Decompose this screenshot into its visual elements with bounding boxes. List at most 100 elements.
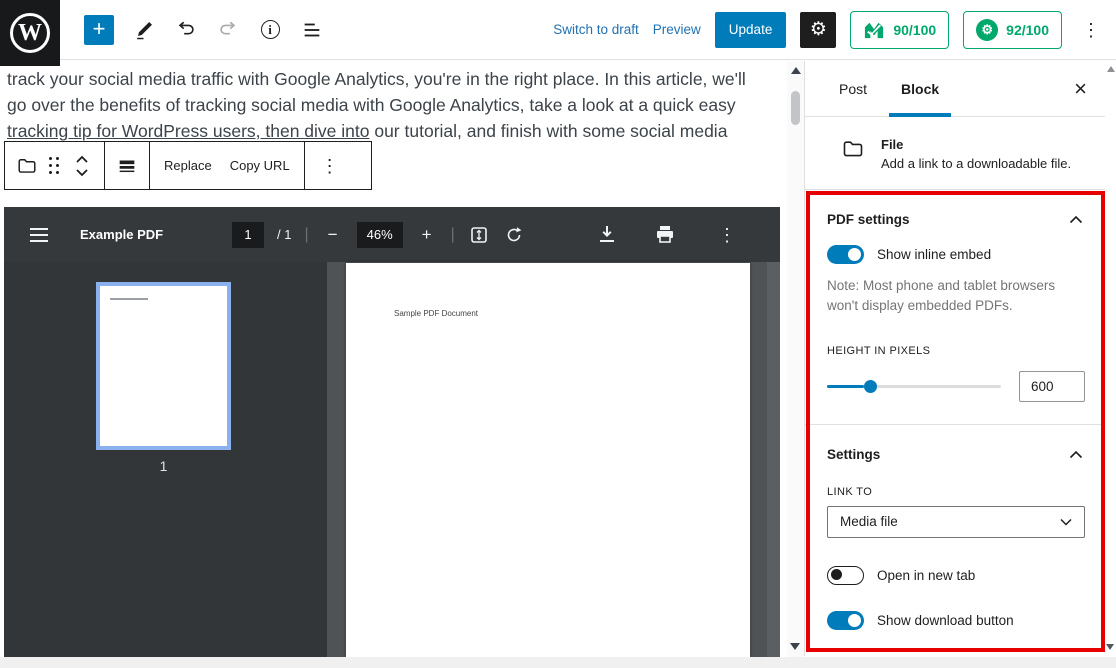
tab-block[interactable]: Block: [897, 61, 943, 117]
download-toggle-row: Show download button: [827, 611, 1085, 630]
pdf-settings-panel: PDF settings Show inline embed Note: Mos…: [805, 190, 1105, 425]
pdf-viewer-scrollbar[interactable]: [767, 262, 780, 658]
paragraph-line-3-rest: our tutorial, and finish with some socia…: [369, 121, 727, 141]
headline-score-value: 90/100: [893, 22, 936, 38]
pdf-thumbnail-panel[interactable]: 1: [4, 262, 327, 658]
chevron-down-icon: [1060, 518, 1072, 526]
preview-link[interactable]: Preview: [653, 22, 701, 37]
close-sidebar-icon[interactable]: ×: [1074, 78, 1087, 100]
tab-post[interactable]: Post: [835, 61, 871, 117]
undo-icon[interactable]: [174, 18, 198, 42]
settings-title: Settings: [827, 447, 880, 462]
replace-button[interactable]: Replace: [160, 158, 216, 173]
pdf-page-viewer[interactable]: Sample PDF Document: [327, 262, 780, 658]
slider-thumb[interactable]: [864, 380, 877, 393]
chevron-up-icon: [1069, 450, 1083, 459]
new-tab-toggle-row: Open in new tab: [827, 566, 1085, 585]
height-slider[interactable]: [827, 385, 1001, 388]
seo-score-value: 92/100: [1006, 22, 1049, 38]
download-icon[interactable]: [596, 224, 618, 246]
drag-handle-icon[interactable]: [49, 157, 60, 175]
show-download-button-label: Show download button: [877, 613, 1014, 628]
settings-sidebar: Post Block × File Add a link to a downlo…: [804, 61, 1105, 656]
editor-top-bar: W + i Switch to draft Preview Update: [0, 0, 1116, 60]
pdf-separator: |: [304, 226, 308, 244]
open-in-new-tab-label: Open in new tab: [877, 568, 975, 583]
wordpress-logo[interactable]: W: [0, 0, 60, 66]
options-kebab-icon[interactable]: ⋮: [1076, 17, 1106, 43]
info-icon[interactable]: i: [258, 18, 282, 42]
update-button[interactable]: Update: [715, 12, 787, 48]
paragraph-link[interactable]: tracking tip for WordPress users, then d…: [7, 121, 369, 141]
thumbnail-page-number: 1: [96, 458, 231, 474]
pdf-title: Example PDF: [80, 227, 163, 242]
pdf-more-options-kebab-icon[interactable]: ⋮: [712, 222, 742, 248]
show-inline-embed-toggle[interactable]: [827, 245, 864, 264]
align-icon[interactable]: [115, 154, 139, 178]
pdf-page-number-input[interactable]: 1: [232, 222, 264, 248]
inline-embed-toggle-row: Show inline embed: [827, 245, 1085, 264]
height-input[interactable]: [1019, 371, 1085, 402]
file-block-icon[interactable]: [15, 154, 39, 178]
copy-url-button[interactable]: Copy URL: [226, 158, 294, 173]
seo-score-badge[interactable]: ⚙ 92/100: [963, 11, 1062, 49]
pdf-page-count: / 1: [277, 227, 291, 242]
wordpress-editor: W + i Switch to draft Preview Update: [0, 0, 1116, 668]
sidebar-scroll-up-arrow[interactable]: [1107, 66, 1115, 72]
pdf-page-zoom-controls: 1 / 1 | − 46% + |: [232, 222, 525, 248]
wordpress-w-icon: W: [10, 13, 50, 53]
block-toolbar-group-actions: Replace Copy URL: [150, 142, 305, 189]
sidebar-scroll-down-arrow[interactable]: [1106, 644, 1114, 650]
block-toolbar-group-align: [105, 142, 150, 189]
viewport-bottom-strip: [0, 657, 1116, 668]
toolbar-right-tools: Switch to draft Preview Update ⚙ 90/100 …: [553, 11, 1116, 49]
paragraph-line-2: go over the benefits of tracking social …: [7, 92, 769, 118]
toolbar-left-tools: + i: [84, 15, 324, 45]
rotate-icon[interactable]: [503, 224, 525, 246]
zoom-out-button[interactable]: −: [322, 224, 344, 246]
sidebar-scrollbar[interactable]: [1105, 61, 1116, 656]
settings-gear-button[interactable]: ⚙: [800, 12, 836, 48]
show-download-button-toggle[interactable]: [827, 611, 864, 630]
scrollbar-thumb[interactable]: [791, 91, 800, 125]
editor-scrollbar[interactable]: [787, 61, 804, 658]
sidebar-tab-bar: Post Block ×: [805, 61, 1105, 117]
list-view-icon[interactable]: [300, 18, 324, 42]
show-inline-embed-label: Show inline embed: [877, 247, 991, 262]
post-paragraph[interactable]: track your social media traffic with Goo…: [7, 66, 769, 144]
pdf-menu-hamburger-icon[interactable]: [28, 224, 50, 246]
pdf-settings-title: PDF settings: [827, 212, 910, 227]
link-to-label: LINK TO: [827, 486, 1085, 498]
print-icon[interactable]: [654, 224, 676, 246]
fit-to-page-icon[interactable]: [468, 224, 490, 246]
switch-to-draft-link[interactable]: Switch to draft: [553, 22, 639, 37]
add-block-button[interactable]: +: [84, 15, 114, 45]
scroll-down-arrow[interactable]: [790, 643, 800, 650]
block-options-kebab-icon[interactable]: ⋮: [315, 153, 345, 179]
zoom-in-button[interactable]: +: [416, 224, 438, 246]
block-mover-icon[interactable]: [70, 154, 94, 178]
redo-icon[interactable]: [216, 18, 240, 42]
block-description-card: File Add a link to a downloadable file.: [805, 117, 1105, 190]
pdf-separator-2: |: [451, 226, 455, 244]
link-to-select[interactable]: Media file: [827, 506, 1085, 538]
pdf-settings-header[interactable]: PDF settings: [827, 206, 1085, 229]
editor-canvas[interactable]: track your social media traffic with Goo…: [0, 61, 787, 658]
pdf-page-thumbnail[interactable]: [96, 282, 231, 450]
open-in-new-tab-toggle[interactable]: [827, 566, 864, 585]
height-slider-row: [827, 371, 1085, 402]
embed-note: Note: Most phone and tablet browsers won…: [827, 276, 1085, 317]
edit-pencil-icon[interactable]: [132, 18, 156, 42]
scroll-up-arrow[interactable]: [791, 67, 801, 74]
pdf-document-text: Sample PDF Document: [394, 309, 478, 318]
file-block-folder-icon: [841, 137, 865, 171]
slider-fill: [827, 385, 864, 388]
block-description: Add a link to a downloadable file.: [881, 156, 1071, 171]
headline-analyzer-badge[interactable]: 90/100: [850, 11, 949, 49]
block-name: File: [881, 137, 1071, 152]
pdf-zoom-level[interactable]: 46%: [357, 222, 403, 248]
pdf-page[interactable]: Sample PDF Document: [346, 263, 750, 658]
pdf-viewer-toolbar: Example PDF 1 / 1 | − 46% + |: [4, 207, 780, 262]
settings-header[interactable]: Settings: [827, 441, 1085, 464]
aioseo-gear-icon: ⚙: [976, 19, 998, 41]
